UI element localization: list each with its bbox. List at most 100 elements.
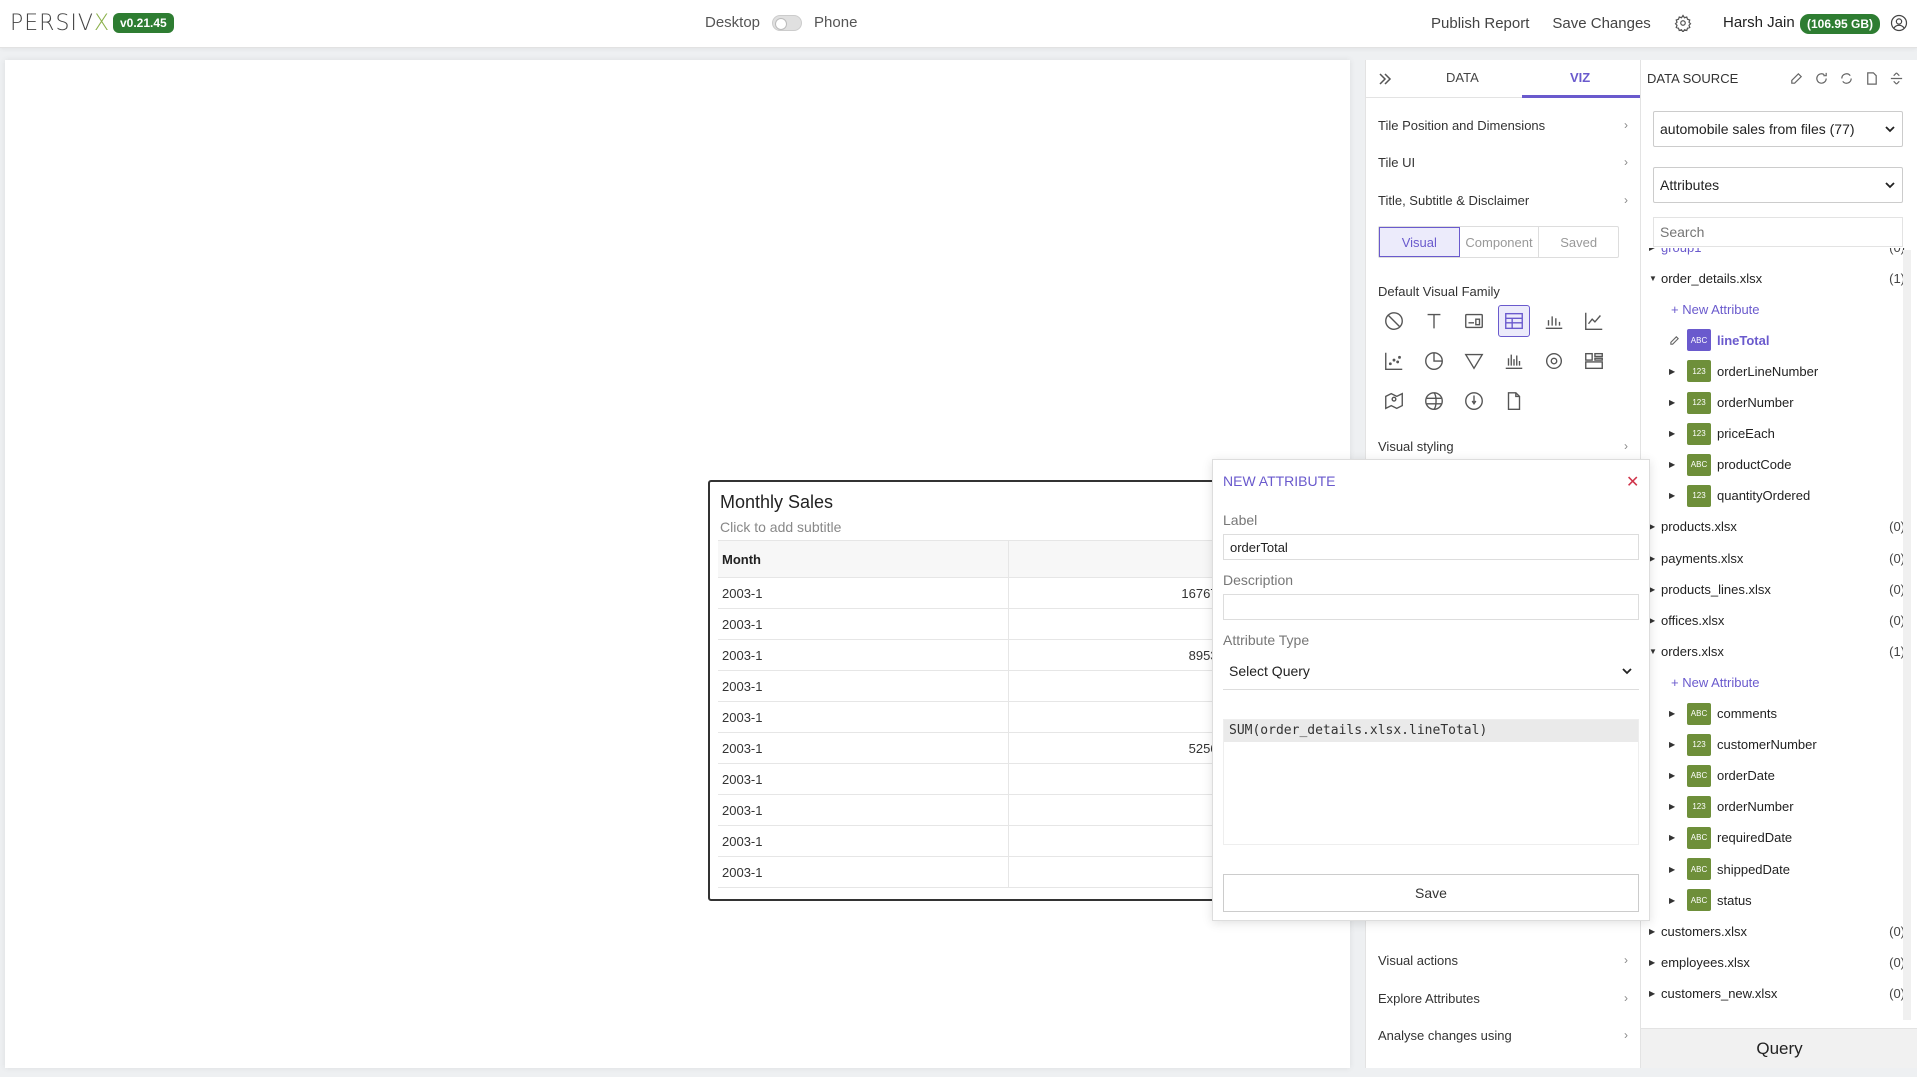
label-input[interactable]: orderTotal <box>1223 534 1639 560</box>
caret-right-icon[interactable]: ▶ <box>1649 554 1661 563</box>
gear-icon[interactable] <box>1538 345 1570 377</box>
tree-attribute-item[interactable]: ▶ 123 customerNumber <box>1649 732 1905 758</box>
tree-attribute-item[interactable]: ▶ ABC productCode <box>1649 452 1905 478</box>
caret-right-icon[interactable]: ▶ <box>1669 460 1687 469</box>
funnel-icon[interactable] <box>1458 345 1490 377</box>
section-tile-ui[interactable]: Tile UI › <box>1378 147 1628 177</box>
document-icon[interactable] <box>1498 385 1530 417</box>
tree-file-item[interactable]: ▶group1(0) <box>1649 248 1905 260</box>
tree-file-item[interactable]: ▼ order_details.xlsx (1) <box>1649 265 1905 291</box>
description-input[interactable] <box>1223 594 1639 620</box>
save-changes-button[interactable]: Save Changes <box>1552 15 1650 32</box>
section-tile-position[interactable]: Tile Position and Dimensions › <box>1378 110 1628 140</box>
tree-file-item[interactable]: ▶ offices.xlsx (0) <box>1649 607 1905 633</box>
collapse-panel-icon[interactable] <box>1376 70 1394 88</box>
tree-attribute-item[interactable]: ▶ 123 quantityOrdered <box>1649 483 1905 509</box>
tree-file-item[interactable]: ▶ customers_new.xlsx (0) <box>1649 980 1905 1006</box>
tree-attribute-item[interactable]: ▶ 123 orderLineNumber <box>1649 358 1905 384</box>
tile-subtitle[interactable]: Click to add subtitle <box>720 519 841 535</box>
tab-viz[interactable]: VIZ <box>1570 70 1590 85</box>
close-icon[interactable]: ✕ <box>1626 472 1639 492</box>
caret-right-icon[interactable]: ▶ <box>1669 865 1687 874</box>
tree-file-item[interactable]: ▼ orders.xlsx (1) <box>1649 638 1905 664</box>
tree-attribute-item[interactable]: ▶ ABC shippedDate <box>1649 856 1905 882</box>
tree-attribute-item[interactable]: ▶ 123 priceEach <box>1649 421 1905 447</box>
tree-file-item[interactable]: ▶ employees.xlsx (0) <box>1649 949 1905 975</box>
sync-icon[interactable] <box>1839 71 1854 86</box>
tree-file-item[interactable]: ▶ products.xlsx (0) <box>1649 514 1905 540</box>
caret-right-icon[interactable]: ▶ <box>1669 491 1687 500</box>
tree-file-item[interactable]: ▶ customers.xlsx (0) <box>1649 918 1905 944</box>
card-icon[interactable] <box>1458 305 1490 337</box>
query-text[interactable]: SUM(order_details.xlsx.lineTotal) <box>1224 720 1638 742</box>
caret-right-icon[interactable]: ▶ <box>1669 367 1687 376</box>
tree-attribute-item[interactable]: ▶ ABC requiredDate <box>1649 825 1905 851</box>
section-visual-styling[interactable]: Visual styling › <box>1378 431 1628 461</box>
table-icon[interactable] <box>1498 305 1530 337</box>
mode-visual[interactable]: Visual <box>1379 227 1460 257</box>
new-attribute-link[interactable]: + New Attribute <box>1649 669 1905 695</box>
caret-right-icon[interactable]: ▶ <box>1669 429 1687 438</box>
tree-attribute-item[interactable]: ABC lineTotal <box>1649 327 1905 353</box>
new-attribute-label[interactable]: + New Attribute <box>1649 302 1760 317</box>
caret-down-icon[interactable]: ▼ <box>1649 274 1661 283</box>
settings-gear-icon[interactable] <box>1674 14 1692 32</box>
caret-right-icon[interactable]: ▶ <box>1649 958 1661 967</box>
new-file-icon[interactable] <box>1864 71 1879 86</box>
save-attribute-button[interactable]: Save <box>1223 874 1639 912</box>
tab-data[interactable]: DATA <box>1446 70 1479 85</box>
column-header-month[interactable]: Month <box>718 540 1009 578</box>
caret-right-icon[interactable]: ▶ <box>1649 989 1661 998</box>
section-explore-attributes[interactable]: Explore Attributes › <box>1378 983 1628 1013</box>
caret-right-icon[interactable]: ▶ <box>1649 522 1661 531</box>
caret-right-icon[interactable]: ▶ <box>1669 896 1687 905</box>
tile-title[interactable]: Monthly Sales <box>720 492 833 513</box>
tree-file-item[interactable]: ▶ payments.xlsx (0) <box>1649 545 1905 571</box>
caret-down-icon[interactable]: ▼ <box>1649 647 1661 656</box>
edit-icon[interactable] <box>1789 71 1804 86</box>
column-header-value[interactable] <box>1008 540 1226 578</box>
user-account-icon[interactable] <box>1890 14 1908 32</box>
caret-right-icon[interactable]: ▶ <box>1669 771 1687 780</box>
caret-right-icon[interactable]: ▶ <box>1649 585 1661 594</box>
caret-right-icon[interactable]: ▶ <box>1669 740 1687 749</box>
app-logo[interactable]: PERSIVX <box>10 11 110 36</box>
caret-right-icon[interactable]: ▶ <box>1649 248 1661 252</box>
tree-attribute-item[interactable]: ▶ ABC status <box>1649 887 1905 913</box>
caret-right-icon[interactable]: ▶ <box>1649 616 1661 625</box>
section-title-subtitle[interactable]: Title, Subtitle & Disclaimer › <box>1378 185 1628 215</box>
mode-component[interactable]: Component <box>1460 227 1540 257</box>
tree-attribute-item[interactable]: ▶ 123 orderNumber <box>1649 390 1905 416</box>
grid-icon[interactable] <box>1578 345 1610 377</box>
mode-saved[interactable]: Saved <box>1539 227 1618 257</box>
attribute-category-select[interactable]: Attributes <box>1653 167 1903 203</box>
tree-file-item[interactable]: ▶ products_lines.xlsx (0) <box>1649 576 1905 602</box>
line-chart-icon[interactable] <box>1578 305 1610 337</box>
tree-scrollbar[interactable] <box>1903 250 1911 1020</box>
new-attribute-link[interactable]: + New Attribute <box>1649 296 1905 322</box>
query-button[interactable]: Query <box>1641 1028 1917 1068</box>
monthly-sales-tile[interactable]: Monthly Sales Click to add subtitle Mont… <box>708 480 1228 901</box>
text-icon[interactable] <box>1418 305 1450 337</box>
caret-right-icon[interactable]: ▶ <box>1669 398 1687 407</box>
section-analyse-changes[interactable]: Analyse changes using › <box>1378 1020 1628 1050</box>
caret-right-icon[interactable]: ▶ <box>1649 927 1661 936</box>
scatter-icon[interactable] <box>1378 345 1410 377</box>
compass-icon[interactable] <box>1458 385 1490 417</box>
attribute-type-select[interactable]: Select Query <box>1223 652 1639 690</box>
pencil-icon[interactable] <box>1669 335 1687 346</box>
histogram-icon[interactable] <box>1498 345 1530 377</box>
new-attribute-label[interactable]: + New Attribute <box>1649 675 1760 690</box>
pie-chart-icon[interactable] <box>1418 345 1450 377</box>
caret-right-icon[interactable]: ▶ <box>1669 833 1687 842</box>
query-editor[interactable]: SUM(order_details.xlsx.lineTotal) <box>1223 719 1639 845</box>
tree-attribute-item[interactable]: ▶ ABC comments <box>1649 701 1905 727</box>
refresh-icon[interactable] <box>1814 71 1829 86</box>
caret-right-icon[interactable]: ▶ <box>1669 709 1687 718</box>
device-switch[interactable] <box>772 14 803 31</box>
collapse-all-icon[interactable] <box>1889 71 1904 86</box>
tree-attribute-item[interactable]: ▶ ABC orderDate <box>1649 763 1905 789</box>
none-icon[interactable] <box>1378 305 1410 337</box>
tree-attribute-item[interactable]: ▶ 123 orderNumber <box>1649 794 1905 820</box>
user-name[interactable]: Harsh Jain <box>1723 14 1795 31</box>
